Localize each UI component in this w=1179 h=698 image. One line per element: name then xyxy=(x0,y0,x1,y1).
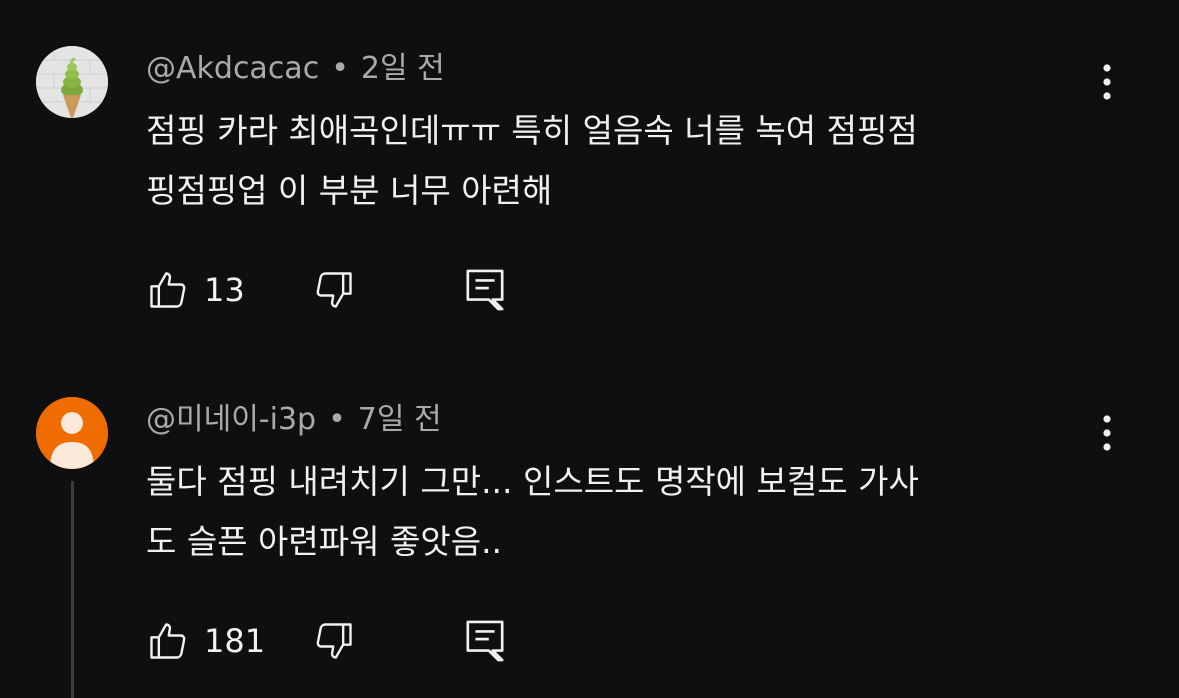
reply-icon xyxy=(466,620,504,662)
default-person-icon xyxy=(36,397,108,469)
comment-text-line: 핑점핑업 이 부분 너무 아련해 xyxy=(146,171,553,210)
comment-text: 둘다 점핑 내려치기 그만... 인스트도 명작에 보컬도 가사 도 슬픈 아련… xyxy=(146,452,1076,572)
like-count: 13 xyxy=(204,271,245,309)
comment-header: @Akdcacac • 2일 전 xyxy=(146,49,445,89)
like-count: 181 xyxy=(204,622,266,660)
thumbs-down-icon xyxy=(316,623,352,659)
like-button[interactable]: 181 xyxy=(146,618,265,664)
comment-time[interactable]: 2일 전 xyxy=(361,51,445,86)
reply-thread-line xyxy=(71,481,74,698)
comment-text-line: 점핑 카라 최애곡인데ㅠㅠ 특히 얼음속 너를 녹여 점핑점 xyxy=(146,111,918,150)
comment-header: @미네이-i3p • 7일 전 xyxy=(146,400,442,440)
thumbs-down-icon xyxy=(316,272,352,308)
more-vert-icon xyxy=(1103,415,1111,451)
comment-text-line: 둘다 점핑 내려치기 그만... 인스트도 명작에 보컬도 가사 xyxy=(146,462,919,501)
reply-icon xyxy=(466,269,504,311)
author-name[interactable]: @Akdcacac xyxy=(146,51,319,86)
avatar[interactable] xyxy=(36,397,108,469)
author-name[interactable]: @미네이-i3p xyxy=(146,402,316,437)
comment-text-line: 도 슬픈 아련파워 좋앗음.. xyxy=(146,522,503,561)
reply-button[interactable] xyxy=(464,267,506,313)
comment-time[interactable]: 7일 전 xyxy=(358,402,442,437)
reply-button[interactable] xyxy=(464,618,506,664)
separator-dot: • xyxy=(331,51,349,86)
more-actions-button[interactable] xyxy=(1090,413,1124,453)
more-actions-button[interactable] xyxy=(1090,62,1124,102)
dislike-button[interactable] xyxy=(312,267,356,313)
more-vert-icon xyxy=(1103,64,1111,100)
separator-dot: • xyxy=(328,402,346,437)
thumbs-up-icon xyxy=(150,272,186,308)
comment-text: 점핑 카라 최애곡인데ㅠㅠ 특히 얼음속 너를 녹여 점핑점 핑점핑업 이 부분… xyxy=(146,101,1076,221)
matcha-soft-serve-icon xyxy=(36,46,108,118)
dislike-button[interactable] xyxy=(312,618,356,664)
avatar[interactable] xyxy=(36,46,108,118)
like-button[interactable]: 13 xyxy=(146,267,245,313)
thumbs-up-icon xyxy=(150,623,186,659)
